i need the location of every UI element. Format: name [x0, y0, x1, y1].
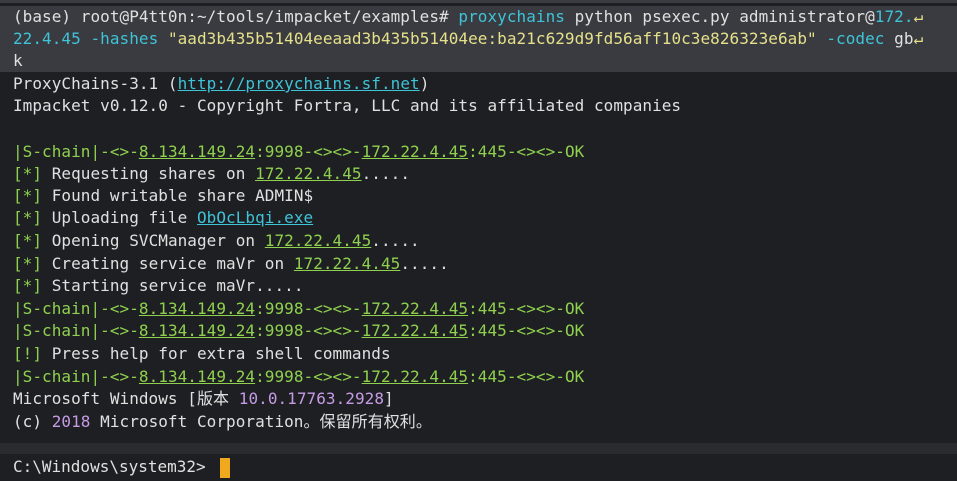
warning-marker: [!] — [13, 344, 43, 363]
chain-ok: OK — [564, 142, 585, 161]
log-text: Opening SVCManager on — [42, 231, 265, 250]
log-found-share: [*] Found writable share ADMIN$ — [13, 185, 313, 207]
schain-line: |S-chain|-<>-8.134.149.24:9998-<><>-172.… — [13, 366, 584, 388]
target-ip: 172.22.4.45 — [255, 164, 362, 183]
log-requesting-shares: [*] Requesting shares on 172.22.4.45....… — [13, 163, 410, 185]
info-marker: [*] — [13, 208, 43, 227]
command-args: python psexec.py administrator@ — [574, 7, 875, 26]
log-text: Creating service maVr on — [42, 254, 294, 273]
log-uploading: [*] Uploading file ObOcLbqi.exe — [13, 207, 313, 229]
proxy-ip: 8.134.149.24 — [138, 142, 256, 161]
target-ip: 172.22.4.45 — [361, 321, 469, 340]
command-ip-part: 172. — [874, 7, 914, 26]
info-marker: [*] — [13, 276, 43, 295]
schain-line: |S-chain|-<>-8.134.149.24:9998-<><>-172.… — [13, 320, 584, 342]
copyright-text: Microsoft Corporation。保留所有权利。 — [90, 412, 432, 431]
info-marker: [*] — [13, 231, 43, 250]
target-ip: 172.22.4.45 — [361, 142, 469, 161]
info-marker: [*] — [13, 164, 43, 183]
target-ip: 172.22.4.45 — [264, 231, 372, 250]
windows-version-number: 10.0.17763.2928 — [238, 389, 385, 408]
info-marker: [*] — [13, 254, 43, 273]
command-name: proxychains — [458, 7, 565, 26]
schain-line: |S-chain|-<>-8.134.149.24:9998-<><>-172.… — [13, 298, 584, 320]
proxy-ip: 8.134.149.24 — [138, 299, 256, 318]
target-ip: 172.22.4.45 — [361, 299, 469, 318]
command-line-3: k — [0, 50, 957, 72]
chain-ok: OK — [564, 321, 585, 340]
log-starting-service: [*] Starting service maVr..... — [13, 275, 304, 297]
codec-value: gb — [894, 29, 914, 48]
target-port: :445-<><>- — [468, 299, 565, 318]
copyright-symbol: (c) — [13, 412, 52, 431]
chain-prefix: |S-chain|-<>- — [13, 321, 139, 340]
proxy-port: :9998-<><>- — [255, 142, 362, 161]
windows-text: Microsoft Windows [版本 — [13, 389, 239, 408]
log-dots: ..... — [400, 254, 449, 273]
proxy-port: :9998-<><>- — [255, 367, 362, 386]
schain-line: |S-chain|-<>-8.134.149.24:9998-<><>-172.… — [13, 141, 584, 163]
log-text: Uploading file — [42, 208, 197, 227]
info-marker: [*] — [13, 186, 43, 205]
line-wrap-icon: ↵ — [913, 7, 924, 26]
chain-prefix: |S-chain|-<>- — [13, 299, 139, 318]
proxychains-name: ProxyChains-3.1 ( — [13, 74, 178, 93]
shell-prompt-path: C:\Windows\system32> — [13, 457, 206, 476]
impacket-banner: Impacket v0.12.0 - Copyright Fortra, LLC… — [13, 96, 682, 115]
hashes-flag: -hashes — [90, 29, 159, 48]
codec-flag: -codec — [826, 29, 885, 48]
proxy-port: :9998-<><>- — [255, 321, 362, 340]
command-line-2: 22.4.45 -hashes "aad3b435b51404eeaad3b43… — [0, 28, 957, 50]
command-ip-part: 22.4.45 — [13, 29, 81, 48]
bracket-close: ] — [384, 389, 394, 408]
terminal-window[interactable]: (base) root@P4tt0n:~/tools/impacket/exam… — [0, 0, 957, 481]
hashes-value: "aad3b435b51404eeaad3b435b51404ee:ba21c6… — [167, 29, 817, 48]
copyright-year: 2018 — [51, 412, 91, 431]
command-line-1: (base) root@P4tt0n:~/tools/impacket/exam… — [0, 6, 957, 28]
uploaded-file-name[interactable]: ObOcLbqi.exe — [197, 208, 313, 227]
log-dots: ..... — [371, 231, 420, 250]
chain-prefix: |S-chain|-<>- — [13, 142, 139, 161]
line-wrap-icon: ↵ — [913, 29, 924, 48]
target-ip: 172.22.4.45 — [293, 254, 401, 273]
log-text: Found writable share ADMIN$ — [42, 186, 314, 205]
scrolled-line-remnant — [0, 0, 957, 3]
target-port: :445-<><>- — [468, 142, 565, 161]
log-dots: ..... — [361, 164, 411, 183]
proxy-ip: 8.134.149.24 — [138, 367, 256, 386]
chain-prefix: |S-chain|-<>- — [13, 367, 139, 386]
chain-ok: OK — [564, 367, 585, 386]
log-text: Requesting shares on — [42, 164, 256, 183]
log-press-help: [!] Press help for extra shell commands — [13, 343, 391, 365]
proxychains-link[interactable]: http://proxychains.sf.net — [178, 74, 420, 93]
log-text: Press help for extra shell commands — [42, 344, 391, 363]
proxychains-banner: ProxyChains-3.1 (http://proxychains.sf.n… — [13, 73, 429, 95]
prompt-separator — [0, 443, 957, 454]
target-port: :445-<><>- — [468, 321, 565, 340]
copyright-line: (c) 2018 Microsoft Corporation。保留所有权利。 — [13, 411, 432, 433]
log-creating-service: [*] Creating service maVr on 172.22.4.45… — [13, 253, 449, 275]
codec-value: k — [13, 51, 23, 70]
target-ip: 172.22.4.45 — [361, 367, 469, 386]
shell-prompt-text: (base) root@P4tt0n:~/tools/impacket/exam… — [13, 7, 449, 26]
log-text: Starting service maVr..... — [42, 276, 304, 295]
proxy-port: :9998-<><>- — [255, 299, 362, 318]
chain-ok: OK — [564, 299, 585, 318]
proxy-ip: 8.134.149.24 — [138, 321, 256, 340]
paren-close: ) — [419, 74, 430, 93]
windows-shell-prompt[interactable]: C:\Windows\system32> — [13, 456, 230, 478]
log-opening-svcmanager: [*] Opening SVCManager on 172.22.4.45...… — [13, 230, 420, 252]
windows-version-line: Microsoft Windows [版本 10.0.17763.2928] — [13, 388, 394, 410]
target-port: :445-<><>- — [468, 367, 565, 386]
text-cursor — [219, 457, 230, 478]
